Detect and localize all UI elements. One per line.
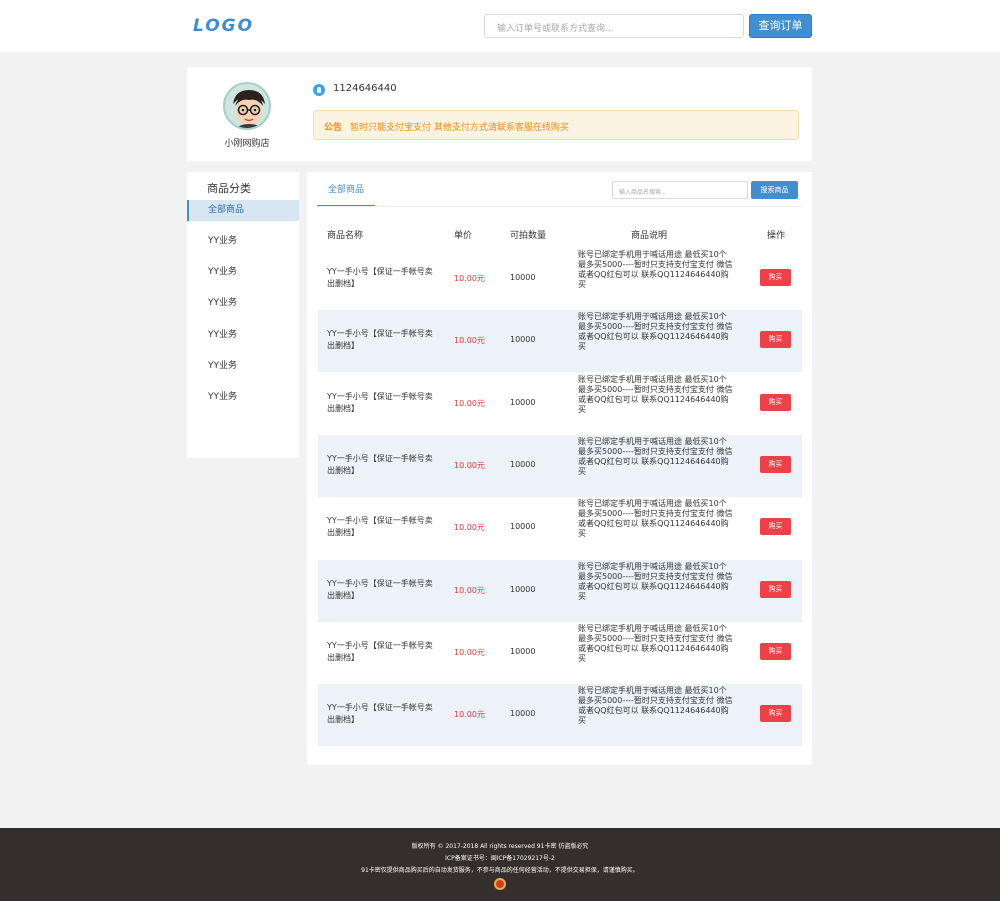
table-row: YY一手小号【保证一手帐号卖出删档】 10.00元 10000 账号已绑定手机用于喊话… — [318, 559, 802, 622]
product-description: 账号已绑定手机用于喊话用途 最低买10个 最多买5000----暂时只支持支付宝… — [578, 312, 733, 352]
buy-button[interactable]: 购买 — [760, 642, 791, 660]
product-quantity: 10000 — [510, 335, 536, 345]
product-name[interactable]: YY一手小号【保证一手帐号卖出删档】 — [327, 515, 435, 539]
query-order-button[interactable]: 查询订单 — [749, 14, 812, 38]
sidebar-item-yy[interactable]: YY业务 — [187, 231, 299, 252]
sidebar-item-yy[interactable]: YY业务 — [187, 293, 299, 314]
product-quantity: 10000 — [510, 584, 536, 594]
category-title: 商品分类 — [207, 182, 251, 195]
product-quantity: 10000 — [510, 646, 536, 656]
product-price: 10.00元 — [454, 710, 485, 720]
buy-button[interactable]: 购买 — [760, 331, 791, 349]
product-price: 10.00元 — [454, 647, 485, 657]
column-header-name: 商品名称 — [327, 231, 364, 241]
order-search-input[interactable]: 输入订单号或联系方式查询... — [484, 14, 744, 38]
table-row: YY一手小号【保证一手帐号卖出删档】 10.00元 10000 账号已绑定手机用于喊话… — [318, 434, 802, 497]
product-name[interactable]: YY一手小号【保证一手帐号卖出删档】 — [327, 453, 435, 477]
table-row: YY一手小号【保证一手帐号卖出删档】 10.00元 10000 账号已绑定手机用于喊话… — [318, 622, 802, 684]
product-price: 10.00元 — [454, 274, 485, 283]
product-name[interactable]: YY一手小号【保证一手帐号卖出删档】 — [327, 578, 435, 602]
footer-copyright: 版权所有 © 2017-2018 All rights reserved 91卡… — [411, 843, 589, 850]
product-name[interactable]: YY一手小号【保证一手帐号卖出删档】 — [327, 328, 435, 352]
column-header-desc: 商品说明 — [631, 231, 668, 241]
product-quantity: 10000 — [510, 273, 536, 282]
product-name[interactable]: YY一手小号【保证一手帐号卖出删档】 — [327, 266, 435, 290]
announcement-text: 暂时只能支付宝支付 其他支付方式请联系客服在线购买 — [350, 123, 569, 133]
buy-button[interactable]: 购买 — [760, 393, 791, 411]
table-row: YY一手小号【保证一手帐号卖出删档】 10.00元 10000 账号已绑定手机用于喊话… — [318, 684, 802, 747]
announcement-banner: 公告 暂时只能支付宝支付 其他支付方式请联系客服在线购买 — [313, 110, 799, 140]
table-row: YY一手小号【保证一手帐号卖出删档】 10.00元 10000 账号已绑定手机用于喊话… — [318, 497, 802, 559]
footer-icp[interactable]: ICP备案证书号：闽ICP备17029217号-2 — [0, 853, 1000, 862]
product-description: 账号已绑定手机用于喊话用途 最低买10个 最多买5000----暂时只支持支付宝… — [578, 561, 733, 601]
product-name[interactable]: YY一手小号【保证一手帐号卖出删档】 — [327, 702, 435, 726]
buy-button[interactable]: 购买 — [760, 580, 791, 598]
qq-penguin-icon[interactable] — [313, 84, 325, 96]
buy-button[interactable]: 购买 — [760, 455, 791, 473]
cartoon-boy-glasses-avatar-icon — [233, 90, 265, 128]
sidebar-item-yy[interactable]: YY业务 — [187, 356, 299, 377]
sidebar-item-all-goods[interactable]: 全部商品 — [187, 200, 299, 221]
sidebar-item-yy[interactable]: YY业务 — [187, 262, 299, 283]
product-price: 10.00元 — [454, 336, 485, 346]
product-name[interactable]: YY一手小号【保证一手帐号卖出删档】 — [327, 640, 435, 664]
tab-all-goods[interactable]: 全部商品 — [317, 172, 375, 206]
tab-divider — [317, 206, 802, 207]
product-description: 账号已绑定手机用于喊话用途 最低买10个 最多买5000----暂时只支持支付宝… — [578, 374, 733, 414]
product-quantity: 10000 — [510, 459, 536, 469]
column-header-action: 操作 — [767, 231, 786, 241]
search-goods-button[interactable]: 搜索商品 — [751, 181, 798, 199]
page-footer: 版权所有 © 2017-2018 All rights reserved 91卡… — [0, 828, 1000, 901]
product-quantity: 10000 — [510, 397, 536, 407]
sidebar-item-yy[interactable]: YY业务 — [187, 325, 299, 346]
goods-search-input[interactable]: 输入商品名搜索... — [612, 181, 748, 199]
product-description: 账号已绑定手机用于喊话用途 最低买10个 最多买5000----暂时只支持支付宝… — [578, 686, 733, 726]
buy-button[interactable]: 购买 — [760, 518, 791, 536]
product-price: 10.00元 — [454, 460, 485, 470]
site-logo[interactable]: LOGO — [193, 16, 254, 36]
product-description: 账号已绑定手机用于喊话用途 最低买10个 最多买5000----暂时只支持支付宝… — [578, 623, 733, 663]
product-description: 账号已绑定手机用于喊话用途 最低买10个 最多买5000----暂时只支持支付宝… — [578, 436, 733, 476]
product-name[interactable]: YY一手小号【保证一手帐号卖出删档】 — [327, 391, 435, 415]
product-quantity: 10000 — [510, 522, 536, 532]
footer-disclaimer: 91卡密仅提供商品购买后的自动发货服务，不参与商品的任何经营活动，不提供交易担保… — [361, 867, 639, 874]
shop-name: 小刚网购店 — [224, 139, 270, 149]
product-quantity: 10000 — [510, 709, 536, 719]
product-price: 10.00元 — [454, 398, 485, 408]
column-header-qty: 可拍数量 — [510, 231, 547, 241]
top-header: LOGO 输入订单号或联系方式查询... 查询订单 — [0, 0, 1000, 52]
category-sidebar: 商品分类 全部商品 YY业务 YY业务 YY业务 YY业务 YY业务 YY业务 — [187, 172, 299, 458]
table-row: YY一手小号【保证一手帐号卖出删档】 10.00元 10000 账号已绑定手机用于喊话… — [318, 310, 802, 373]
table-row: YY一手小号【保证一手帐号卖出删档】 10.00元 10000 账号已绑定手机用于喊话… — [318, 248, 802, 310]
product-price: 10.00元 — [454, 585, 485, 595]
product-description: 账号已绑定手机用于喊话用途 最低买10个 最多买5000----暂时只支持支付宝… — [578, 250, 733, 289]
sidebar-item-yy[interactable]: YY业务 — [187, 387, 299, 408]
shop-avatar — [223, 82, 271, 130]
goods-panel: 全部商品 输入商品名搜索... 搜索商品 商品名称 单价 可拍数量 商品说明 操… — [307, 172, 812, 765]
buy-button[interactable]: 购买 — [760, 269, 791, 286]
police-badge-icon[interactable] — [494, 878, 506, 890]
product-description: 账号已绑定手机用于喊话用途 最低买10个 最多买5000----暂时只支持支付宝… — [578, 499, 733, 539]
product-price: 10.00元 — [454, 523, 485, 533]
announcement-label: 公告 — [324, 123, 343, 133]
column-header-price: 单价 — [454, 231, 473, 241]
qq-number: 1124646440 — [333, 83, 397, 94]
shop-info-card: 小刚网购店 1124646440 公告 暂时只能支付宝支付 其他支付方式请联系客服… — [187, 67, 812, 161]
buy-button[interactable]: 购买 — [760, 705, 791, 723]
table-row: YY一手小号【保证一手帐号卖出删档】 10.00元 10000 账号已绑定手机用于喊话… — [318, 373, 802, 435]
